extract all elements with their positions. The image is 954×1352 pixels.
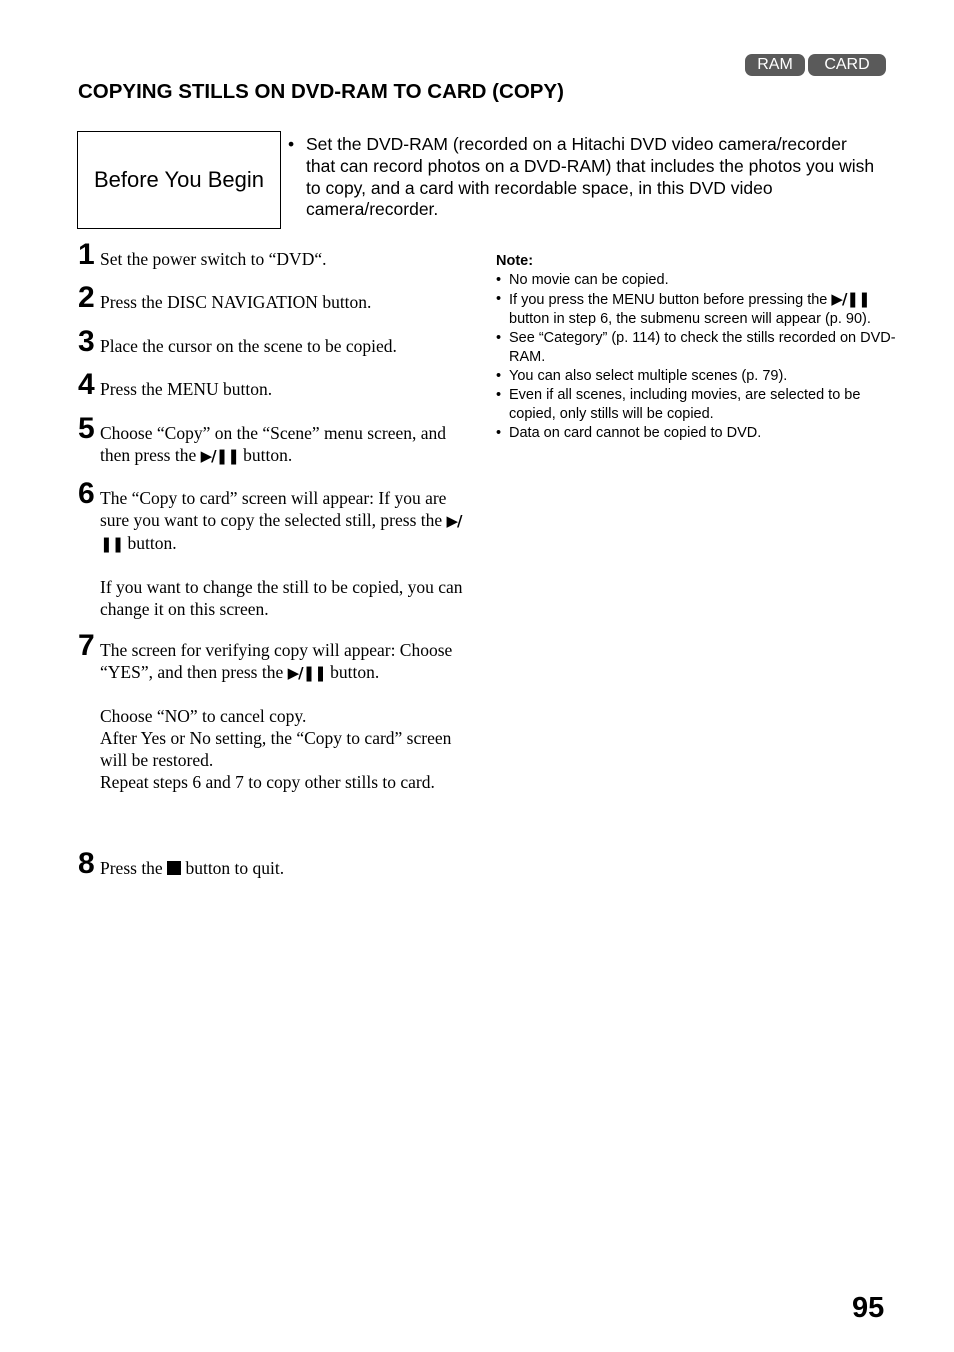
media-badges: RAM CARD	[745, 54, 886, 76]
step-text-before: The screen for verifying copy will appea…	[100, 640, 453, 682]
step-extra-block: Choose “NO” to cancel copy. After Yes or…	[100, 705, 478, 793]
step-text-before: Press the	[100, 858, 163, 878]
before-you-begin-text: • Set the DVD-RAM (recorded on a Hitachi…	[288, 134, 878, 221]
step-text: Press the button to quit.	[100, 857, 284, 879]
badge-ram: RAM	[745, 54, 805, 76]
note-item: • You can also select multiple scenes (p…	[496, 367, 896, 386]
step-number: 1	[78, 238, 95, 271]
note-list: • No movie can be copied. • If you press…	[496, 271, 896, 443]
bullet-icon: •	[496, 291, 502, 307]
step-text: Press the MENU button.	[100, 379, 273, 399]
play-pause-icon: ▶/❚❚	[200, 447, 240, 465]
step-number: 8	[78, 847, 95, 880]
step-number: 6	[78, 477, 95, 510]
step-text: The screen for verifying copy will appea…	[100, 639, 478, 684]
bullet-icon: •	[288, 134, 295, 154]
step-1: 1 Set the power switch to “DVD“.	[78, 240, 478, 283]
step-text-after: button.	[330, 662, 380, 682]
step-extra-text: If you want to change the still to be co…	[100, 577, 463, 619]
step-number: 5	[78, 412, 95, 445]
note-item: • If you press the MENU button before pr…	[496, 290, 896, 329]
page-number: 95	[852, 1292, 885, 1324]
bullet-icon: •	[496, 272, 502, 288]
note-item: • No movie can be copied.	[496, 271, 896, 290]
step-extra-line: After Yes or No setting, the “Copy to ca…	[100, 728, 452, 770]
note-text-after: button in step 6, the submenu screen wil…	[509, 311, 871, 327]
step-text: Place the cursor on the scene to be copi…	[100, 336, 397, 356]
stop-icon	[167, 861, 182, 875]
play-pause-icon: ▶/❚❚	[287, 664, 327, 682]
step-text: The “Copy to card” screen will appear: I…	[100, 487, 478, 555]
step-4: 4 Press the MENU button.	[78, 370, 478, 414]
note-item: • See “Category” (p. 114) to check the s…	[496, 329, 896, 367]
note-text: You can also select multiple scenes (p. …	[509, 368, 788, 384]
page-title: COPYING STILLS ON DVD-RAM TO CARD (COPY)	[78, 80, 564, 103]
bullet-icon: •	[496, 368, 502, 384]
note-text: See “Category” (p. 114) to check the sti…	[509, 330, 896, 365]
step-number: 2	[78, 281, 95, 314]
step-number: 7	[78, 629, 95, 662]
step-text: Choose “Copy” on the “Scene” menu screen…	[100, 422, 478, 467]
note-text: No movie can be copied.	[509, 272, 669, 288]
step-extra-line: Repeat steps 6 and 7 to copy other still…	[100, 772, 435, 792]
step-2: 2 Press the DISC NAVIGATION button.	[78, 283, 478, 327]
step-extra-line: Choose “NO” to cancel copy.	[100, 706, 307, 726]
before-you-begin-box: Before You Begin	[77, 131, 281, 229]
step-7: 7 The screen for verifying copy will app…	[78, 631, 478, 849]
steps-list: 1 Set the power switch to “DVD“. 2 Press…	[78, 240, 478, 879]
note-section: Note: • No movie can be copied. • If you…	[496, 252, 896, 443]
step-3: 3 Place the cursor on the scene to be co…	[78, 327, 478, 370]
note-text: Data on card cannot be copied to DVD.	[509, 425, 762, 441]
step-6: 6 The “Copy to card” screen will appear:…	[78, 479, 478, 631]
step-text: Press the DISC NAVIGATION button.	[100, 292, 372, 312]
note-heading: Note:	[496, 253, 534, 269]
step-8: 8 Press the button to quit.	[78, 849, 478, 879]
step-text-before: The “Copy to card” screen will appear: I…	[100, 488, 447, 530]
step-text-after: button.	[243, 445, 293, 465]
step-5: 5 Choose “Copy” on the “Scene” menu scre…	[78, 414, 478, 479]
play-pause-icon: ▶/❚❚	[831, 290, 870, 308]
note-text: If you press the MENU button before pres…	[509, 290, 896, 329]
step-text-after: button.	[127, 533, 177, 553]
step-text-after: button to quit.	[185, 858, 285, 878]
bullet-icon: •	[496, 425, 502, 441]
note-item: • Data on card cannot be copied to DVD.	[496, 424, 896, 443]
badge-card: CARD	[808, 54, 886, 76]
step-number: 4	[78, 368, 95, 401]
note-text: Even if all scenes, including movies, ar…	[509, 387, 861, 422]
note-item: • Even if all scenes, including movies, …	[496, 386, 896, 424]
before-you-begin-instruction: Set the DVD-RAM (recorded on a Hitachi D…	[306, 134, 875, 220]
note-text-before: If you press the MENU button before pres…	[509, 292, 828, 308]
bullet-icon: •	[496, 387, 502, 403]
step-number: 3	[78, 325, 95, 358]
bullet-icon: •	[496, 330, 502, 346]
step-text: Set the power switch to “DVD“.	[100, 249, 327, 269]
before-you-begin-label: Before You Begin	[93, 167, 265, 192]
